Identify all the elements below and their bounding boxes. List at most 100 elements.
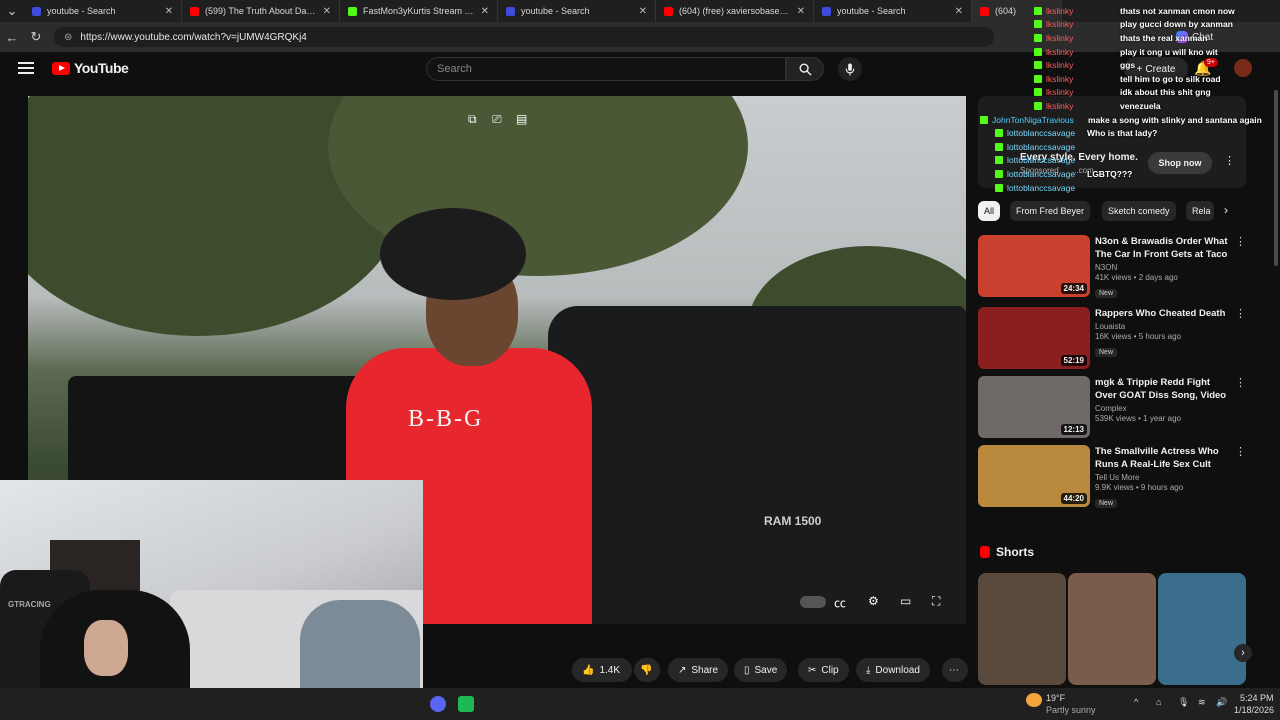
recommendation-thumbnail[interactable]: 12:13 <box>978 376 1090 438</box>
youtube-play-icon <box>52 61 70 75</box>
browser-tab[interactable]: youtube - Search ✕ <box>24 0 182 22</box>
tray-chevron-icon[interactable]: ^ <box>1134 697 1138 707</box>
info-card-icon[interactable]: ▤ <box>516 112 527 126</box>
theater-mode-icon[interactable]: ▭ <box>900 594 911 608</box>
recommendation-title[interactable]: Rappers Who Cheated Death <box>1095 307 1230 320</box>
cast-icon[interactable]: ⎚ <box>492 112 502 127</box>
chips-next-chevron-icon[interactable]: › <box>1224 203 1228 217</box>
more-dots-icon: ⋯ <box>949 664 959 676</box>
volume-icon[interactable]: 🔊 <box>1216 697 1227 708</box>
kick-badge-icon <box>1034 88 1042 97</box>
search-button[interactable] <box>786 57 824 81</box>
tab-title: FastMon3yKurtis Stream - Watch L <box>363 6 475 16</box>
browser-tab[interactable]: (599) The Truth About Dark Web D ✕ <box>182 0 340 22</box>
browser-tab[interactable]: FastMon3yKurtis Stream - Watch L ✕ <box>340 0 498 22</box>
browser-tab[interactable]: (604) (free) xaviersobased + ksuu ✕ <box>656 0 814 22</box>
fullscreen-icon[interactable]: ⛶ <box>932 594 940 609</box>
recommendation-more-icon[interactable]: ⋮ <box>1235 376 1246 389</box>
chat-username: lkslinky <box>1046 19 1074 30</box>
reload-icon[interactable]: ↻ <box>24 29 48 45</box>
recommendation-title[interactable]: The Smallville Actress Who Runs A Real-L… <box>1095 445 1230 471</box>
webcam-streamer-face <box>84 620 128 676</box>
shorts-icon <box>980 546 990 558</box>
short-thumbnail[interactable] <box>1158 573 1246 685</box>
more-actions-button[interactable]: ⋯ <box>942 658 968 682</box>
tab-list-chevron-icon[interactable]: ⌄ <box>0 3 24 19</box>
recommendation-item[interactable]: 44:20 The Smallville Actress Who Runs A … <box>978 445 1246 509</box>
scissors-icon: ✂ <box>808 664 817 676</box>
mic-icon[interactable]: 🎙 <box>1178 697 1189 708</box>
like-button[interactable]: 👍 1.4K <box>572 658 632 682</box>
chip-all[interactable]: All <box>978 201 1001 221</box>
tab-title: (599) The Truth About Dark Web D <box>205 6 317 16</box>
tab-close-icon[interactable]: ✕ <box>639 6 647 17</box>
autoplay-toggle[interactable] <box>800 596 826 608</box>
page-scrollbar[interactable] <box>1274 90 1278 266</box>
network-icon[interactable]: ⌂ <box>1156 697 1161 707</box>
tab-close-icon[interactable]: ✕ <box>797 6 805 17</box>
chat-message: JohnTonNigaTravious make a song with slin… <box>980 113 1280 127</box>
discord-icon[interactable] <box>430 696 446 712</box>
taskbar <box>0 688 1280 720</box>
share-button[interactable]: ↗ Share <box>668 658 729 682</box>
chat-username: lkslinky <box>1046 100 1074 111</box>
voice-search-button[interactable] <box>838 57 862 81</box>
app-taskbar-icon[interactable] <box>458 696 474 712</box>
recommendation-thumbnail[interactable]: 44:20 <box>978 445 1090 507</box>
save-button[interactable]: ▯ Save <box>734 658 788 682</box>
clip-button[interactable]: ✂ Clip <box>798 658 849 682</box>
recommendation-title[interactable]: mgk & Trippie Redd Fight Over GOAT Diss … <box>1095 376 1230 402</box>
weather-temp: 19°F <box>1046 693 1066 703</box>
browser-tab[interactable]: youtube - Search ✕ <box>498 0 656 22</box>
menu-icon[interactable] <box>18 62 34 77</box>
recommendation-more-icon[interactable]: ⋮ <box>1235 445 1246 458</box>
clock-time[interactable]: 5:24 PM <box>1240 693 1274 703</box>
recommendation-item[interactable]: 12:13 mgk & Trippie Redd Fight Over GOAT… <box>978 376 1246 440</box>
chat-text: Who is that lady? <box>1087 128 1158 139</box>
address-bar[interactable]: ⊜ https://www.youtube.com/watch?v=jUMW4G… <box>54 27 994 47</box>
chip-sketch-comedy[interactable]: Sketch comedy <box>1102 201 1176 221</box>
tab-close-icon[interactable]: ✕ <box>165 6 173 17</box>
chat-text: play it ong u will kno wit <box>1120 46 1218 57</box>
tab-close-icon[interactable]: ✕ <box>323 6 331 17</box>
tab-close-icon[interactable]: ✕ <box>481 6 489 17</box>
stream-chat-overlay: lkslinky thats not xanman cmon now lkslin… <box>980 4 1280 194</box>
webcam-overlay: GTRACING <box>0 480 423 718</box>
short-thumbnail[interactable] <box>978 573 1066 685</box>
recommendation-more-icon[interactable]: ⋮ <box>1235 235 1246 248</box>
back-arrow-icon[interactable]: ← <box>0 30 24 45</box>
kick-badge-icon <box>1034 61 1042 70</box>
recommendation-channel[interactable]: Complex <box>1095 404 1230 413</box>
wifi-icon[interactable]: ≋ <box>1198 697 1206 708</box>
recommendation-item[interactable]: 52:19 Rappers Who Cheated Death Louaista 1… <box>978 307 1246 371</box>
captions-icon[interactable]: ㏄ <box>834 594 846 611</box>
search-input[interactable]: Search <box>426 57 786 81</box>
settings-gear-icon[interactable]: ⚙ <box>868 594 879 608</box>
site-info-icon[interactable]: ⊜ <box>64 32 72 43</box>
miniplayer-icon[interactable]: ⧉ <box>468 112 477 127</box>
youtube-logo[interactable]: YouTube <box>52 60 129 76</box>
recommendation-channel[interactable]: Tell Us More <box>1095 473 1230 482</box>
tab-close-icon[interactable]: ✕ <box>955 6 963 17</box>
browser-tab[interactable]: youtube - Search ✕ <box>814 0 972 22</box>
clock-date[interactable]: 1/18/2026 <box>1234 705 1274 715</box>
recommendation-channel[interactable]: Louaista <box>1095 322 1230 331</box>
recommendation-title[interactable]: N3on & Brawadis Order What The Car In Fr… <box>1095 235 1230 261</box>
shorts-next-chevron-icon[interactable]: › <box>1234 644 1252 662</box>
recommendation-thumbnail[interactable]: 24:34 <box>978 235 1090 297</box>
video-frame-truck <box>548 306 966 624</box>
chip-related[interactable]: Rela <box>1186 201 1214 221</box>
chat-text: idk about this shit gng <box>1120 87 1211 98</box>
chip-from-channel[interactable]: From Fred Beyer <box>1010 201 1091 221</box>
recommendation-more-icon[interactable]: ⋮ <box>1235 307 1246 320</box>
kick-badge-icon <box>995 183 1003 192</box>
recommendation-item[interactable]: 24:34 N3on & Brawadis Order What The Car… <box>978 235 1246 299</box>
recommendation-channel[interactable]: N3ON <box>1095 263 1230 272</box>
short-thumbnail[interactable] <box>1068 573 1156 685</box>
tab-favicon-icon <box>32 6 41 16</box>
tab-favicon-icon <box>822 6 831 16</box>
video-frame-car <box>68 376 368 486</box>
recommendation-thumbnail[interactable]: 52:19 <box>978 307 1090 369</box>
download-button[interactable]: ⤓ Download <box>856 658 930 682</box>
dislike-button[interactable]: 👎 <box>634 658 660 682</box>
